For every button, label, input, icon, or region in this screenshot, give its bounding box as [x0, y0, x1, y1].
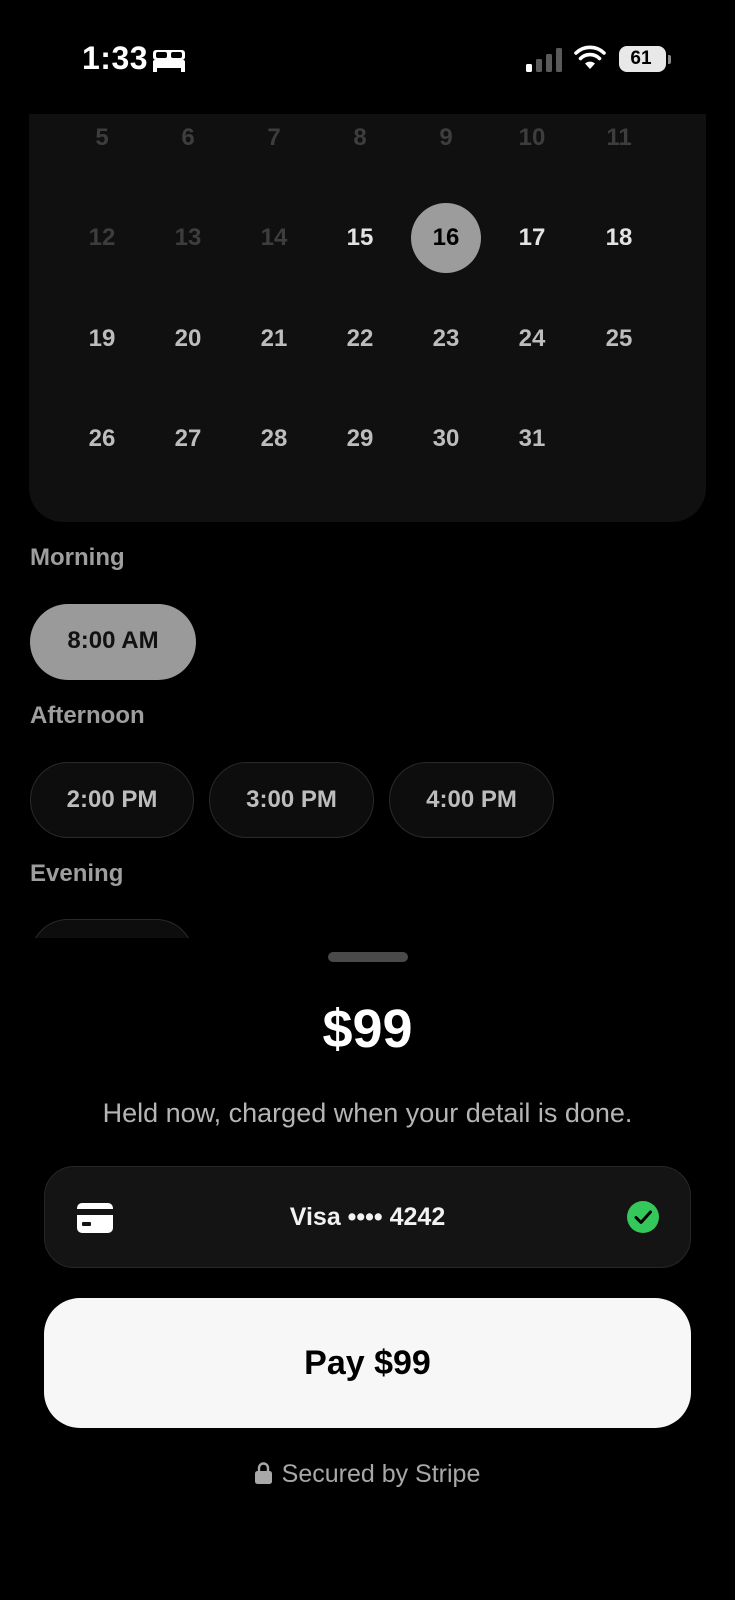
battery-level: 61: [630, 48, 652, 69]
calendar-day[interactable]: 25: [584, 304, 654, 374]
payment-method-row[interactable]: Visa •••• 4242: [44, 1166, 691, 1268]
checkmark-circle-icon: [627, 1201, 659, 1233]
secured-text: Secured by Stripe: [281, 1460, 481, 1488]
card-label: Visa •••• 4242: [289, 1203, 446, 1231]
calendar-day[interactable]: 31: [497, 404, 567, 474]
calendar-day-selected[interactable]: 16: [411, 203, 481, 273]
calendar-day[interactable]: 28: [239, 404, 309, 474]
battery-cap: [668, 55, 671, 64]
time-slot-evening-partial[interactable]: [30, 919, 194, 938]
payment-sheet: $99 Held now, charged when your detail i…: [0, 938, 735, 1600]
calendar-day: 10: [518, 124, 546, 151]
payment-subtitle: Held now, charged when your detail is do…: [102, 1098, 633, 1128]
evening-slots-clip: [0, 900, 735, 938]
calendar-day[interactable]: 20: [153, 304, 223, 374]
calendar-day: 8: [353, 124, 367, 151]
price-amount: $99: [322, 999, 413, 1059]
calendar-day: 11: [606, 124, 632, 151]
time-slot-8am[interactable]: 8:00 AM: [30, 604, 196, 680]
cellular-signal-icon: [526, 48, 562, 72]
calendar-day[interactable]: 17: [497, 203, 567, 273]
time-slot-2pm[interactable]: 2:00 PM: [30, 762, 194, 838]
calendar-day[interactable]: 30: [411, 404, 481, 474]
calendar-day[interactable]: 29: [325, 404, 395, 474]
section-label-morning: Morning: [30, 544, 125, 571]
calendar-day[interactable]: 26: [67, 404, 137, 474]
calendar-day[interactable]: 18: [584, 203, 654, 273]
section-label-afternoon: Afternoon: [30, 702, 145, 729]
pay-button[interactable]: Pay $99: [44, 1298, 691, 1428]
calendar-day: 14: [260, 224, 288, 251]
lock-icon: [254, 1462, 272, 1484]
calendar-day[interactable]: 23: [411, 304, 481, 374]
calendar-day: 9: [439, 124, 453, 151]
booking-screen: 1:33 61 5 6 7 8 9 10 11 12 13 14 15 16 17 18 19 20 21 22 2: [0, 0, 735, 1600]
calendar-day: 13: [174, 224, 202, 251]
calendar-day: 5: [95, 124, 109, 151]
time-slot-4pm[interactable]: 4:00 PM: [389, 762, 554, 838]
calendar-day: 12: [88, 224, 116, 251]
status-bar: 1:33 61: [0, 0, 735, 110]
status-time: 1:33: [82, 40, 149, 76]
calendar-day: 7: [267, 124, 281, 151]
calendar-day[interactable]: 27: [153, 404, 223, 474]
sheet-grabber[interactable]: [328, 952, 408, 962]
calendar-day[interactable]: 22: [325, 304, 395, 374]
calendar-card: 5 6 7 8 9 10 11 12 13 14 15 16 17 18 19 20 21 22 23 24 25 26 2…: [29, 114, 706, 522]
secured-by-stripe: Secured by Stripe: [0, 1460, 735, 1489]
bed-icon: [153, 50, 185, 72]
calendar-day[interactable]: 24: [497, 304, 567, 374]
calendar-day[interactable]: 19: [67, 304, 137, 374]
section-label-evening: Evening: [30, 860, 124, 887]
calendar-day[interactable]: 21: [239, 304, 309, 374]
calendar-day[interactable]: 15: [325, 203, 395, 273]
wifi-icon: [574, 45, 606, 69]
battery-icon: 61: [619, 46, 671, 74]
calendar-day: 6: [181, 124, 195, 151]
time-slot-3pm[interactable]: 3:00 PM: [209, 762, 374, 838]
